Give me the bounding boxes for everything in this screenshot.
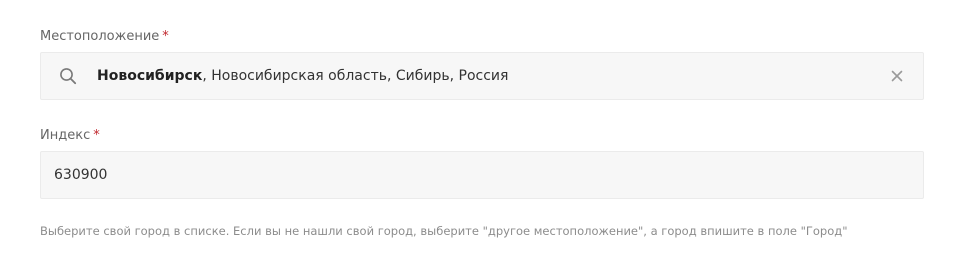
index-value: 630900 [54, 167, 108, 183]
required-star: * [162, 29, 169, 44]
close-icon[interactable] [889, 68, 905, 84]
index-input[interactable]: 630900 [40, 151, 924, 199]
search-icon [59, 67, 77, 85]
index-label-text: Индекс [40, 128, 91, 143]
index-label: Индекс * [40, 128, 100, 144]
location-value: Новосибирск, Новосибирская область, Сиби… [97, 67, 508, 85]
location-label: Местоположение * [40, 29, 169, 45]
location-input[interactable]: Новосибирск, Новосибирская область, Сиби… [40, 52, 924, 100]
hint-text: Выберите свой город в списке. Если вы не… [40, 224, 848, 238]
location-city: Новосибирск [97, 68, 203, 84]
required-star: * [93, 128, 100, 143]
location-region: , Новосибирская область, Сибирь, Россия [202, 68, 509, 84]
location-label-text: Местоположение [40, 29, 160, 44]
